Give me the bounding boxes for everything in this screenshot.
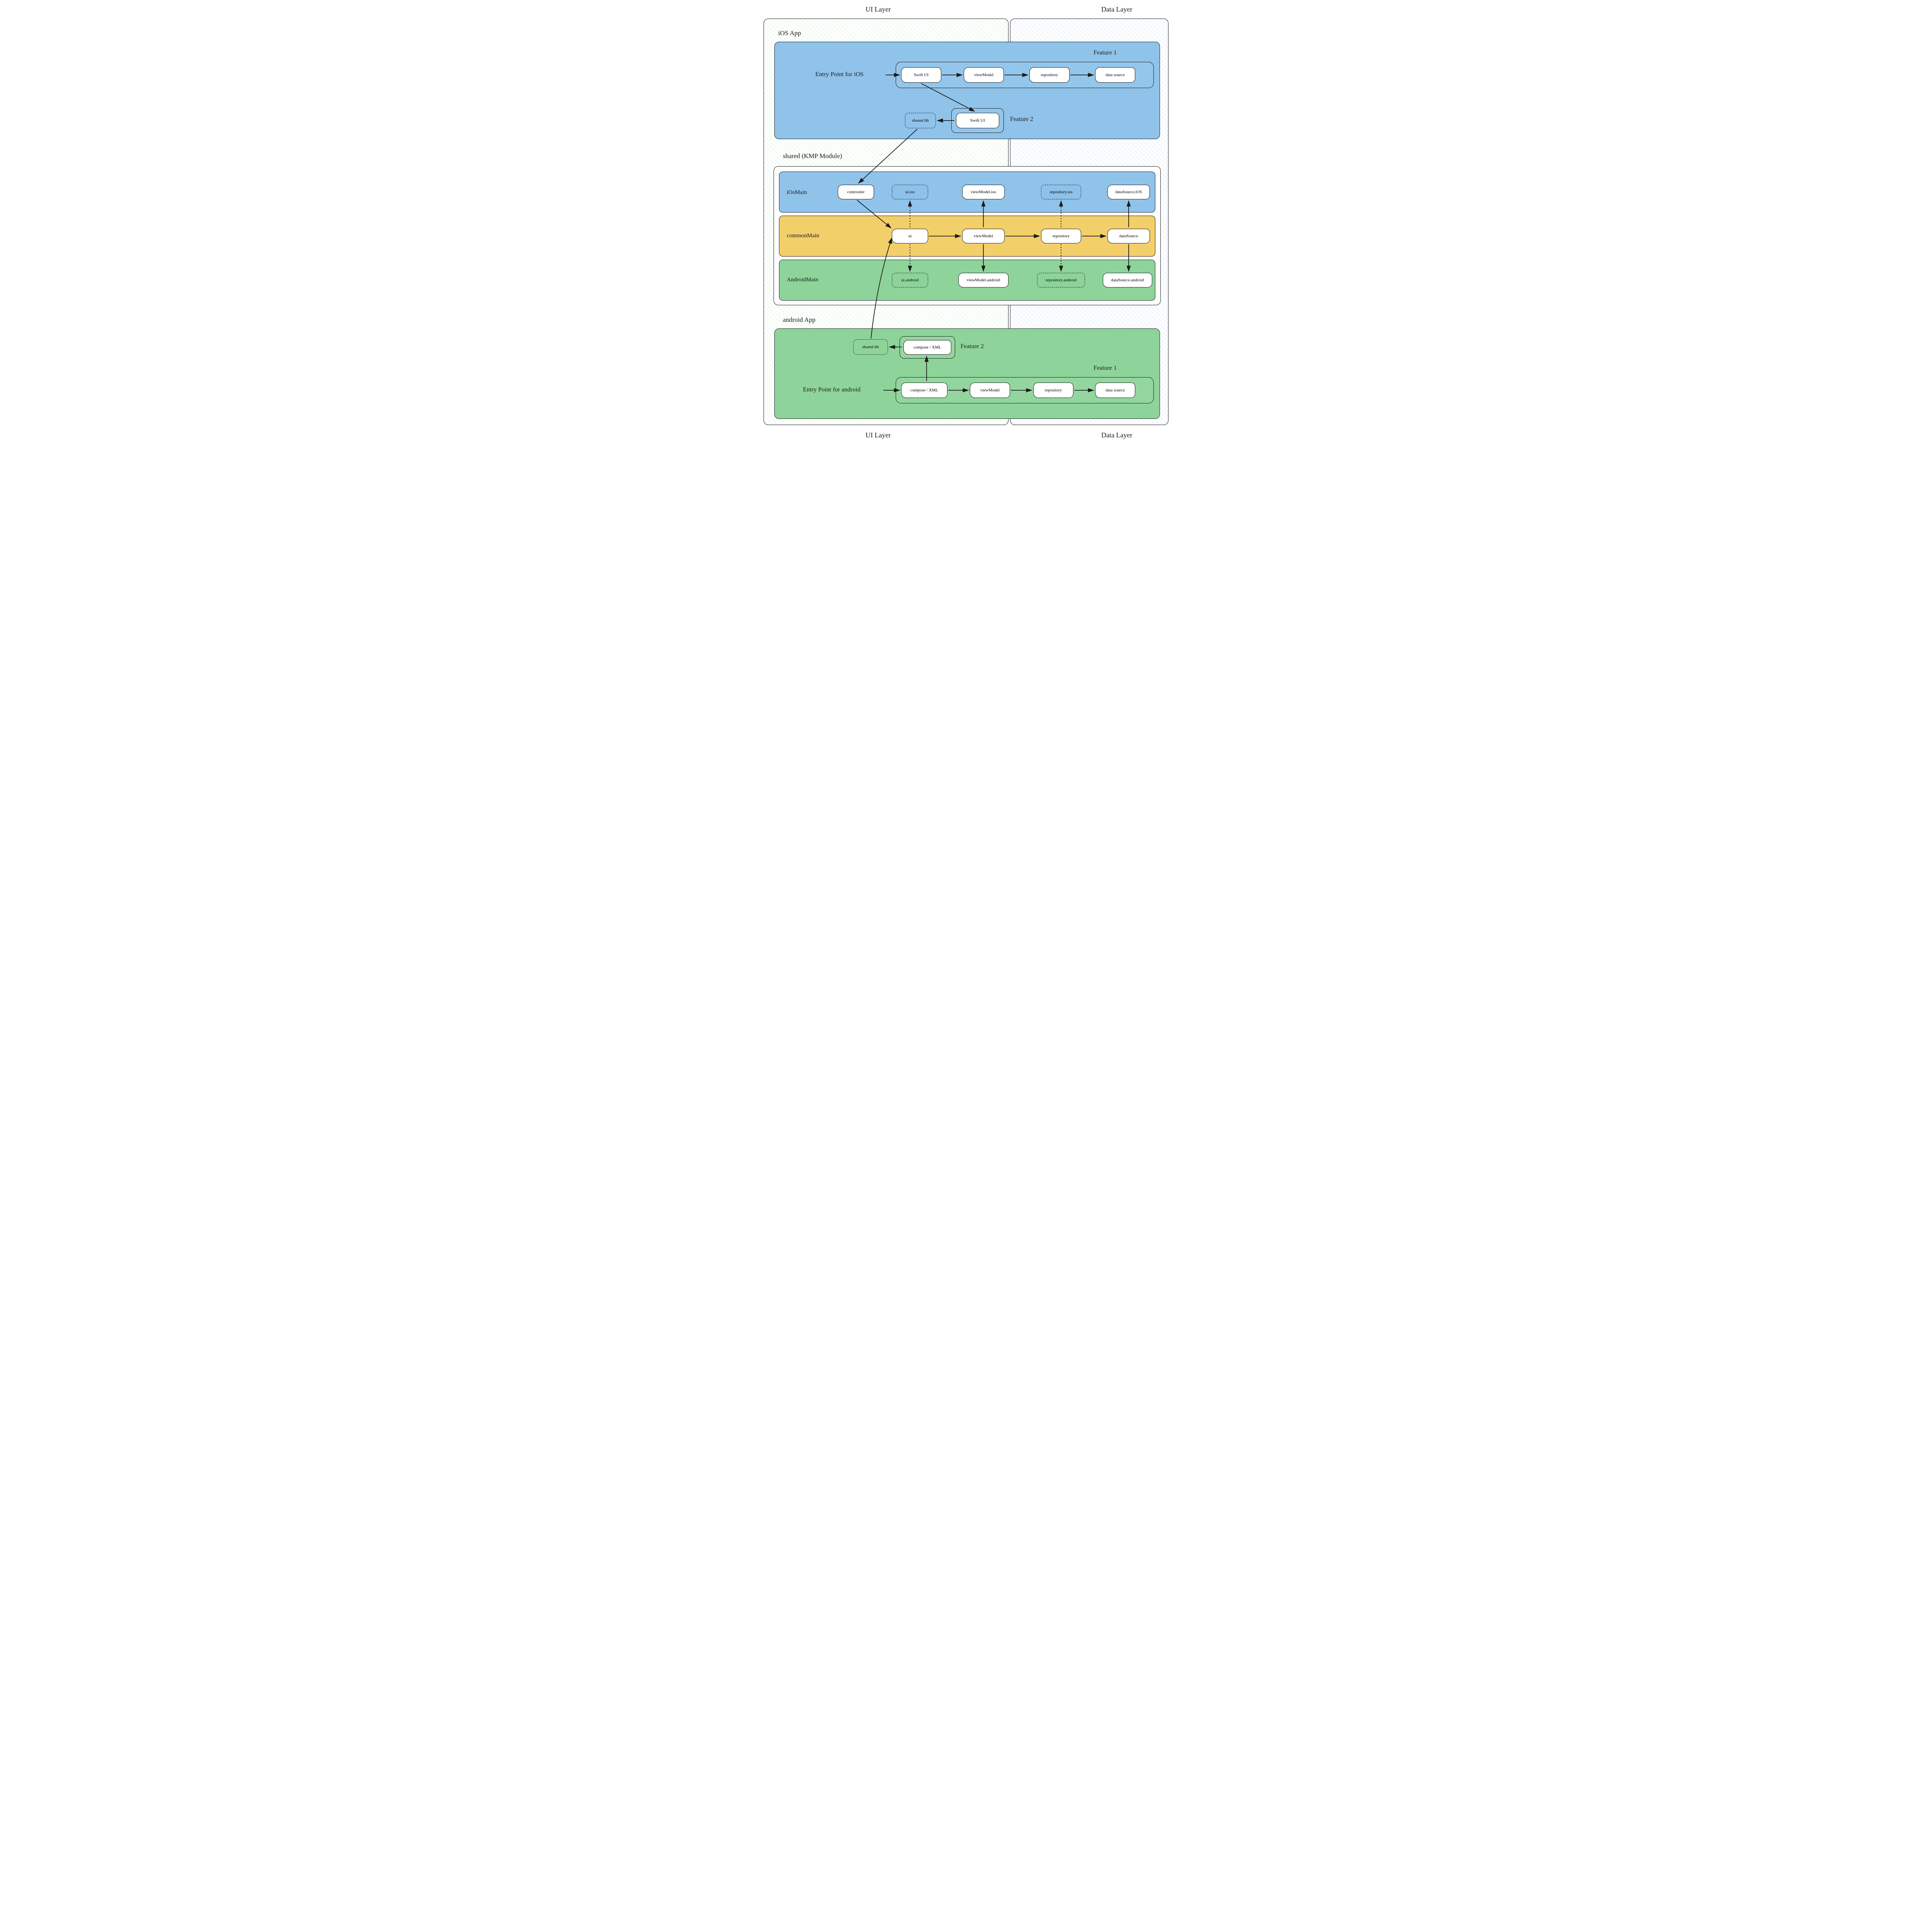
node-datasource: dataSource [1107, 229, 1150, 243]
node-viewmodel: viewModel [962, 229, 1005, 243]
node-ios-sharedlib: shared lib [905, 113, 936, 128]
node-android-sharedlib: shared lib [853, 339, 888, 355]
android-app-title: android App [783, 316, 816, 324]
iosmain-label: iOsMain [787, 189, 807, 196]
commonmain-label: commonMain [787, 233, 819, 239]
node-android-compose: compose / XML [901, 383, 947, 398]
android-entry-label: Entry Point for android [803, 386, 861, 393]
node-datasource-ios: dataSource.iOS [1107, 185, 1150, 199]
node-viewmodel-ios: viewModel.ios [962, 185, 1005, 199]
android-feature2-label: Feature 2 [961, 343, 984, 350]
node-ios-swiftui: Swift UI [901, 67, 941, 83]
node-viewmodel-android: viewModel.android [958, 273, 1009, 287]
androidmain-label: AndroidMain [787, 277, 818, 283]
node-android-viewmodel: viewModel [970, 383, 1010, 398]
header-ui-layer-top: UI Layer [866, 5, 891, 14]
node-ios-repository: repository [1029, 67, 1070, 83]
header-data-layer-bottom: Data Layer [1101, 431, 1132, 439]
android-app-container [774, 328, 1160, 419]
node-controller: controoler [838, 185, 874, 199]
node-android-compose2: compose / XML [903, 340, 951, 355]
diagram-canvas: UI Layer Data Layer iOS App Feature 1 En… [761, 0, 1171, 444]
ios-entry-label: Entry Point for iOS [815, 71, 864, 78]
shared-title: shared (KMP Module) [783, 152, 842, 160]
node-repository-android: repository.android [1037, 273, 1085, 287]
node-ios-swiftui2: Swift UI [956, 113, 999, 128]
node-ios-viewmodel: viewModel [964, 67, 1004, 83]
ios-feature2-label: Feature 2 [1010, 116, 1033, 123]
header-data-layer-top: Data Layer [1101, 5, 1132, 14]
node-repository: repository [1041, 229, 1081, 243]
node-repository-ios: repository.ios [1041, 185, 1081, 199]
node-datasource-android: dataSource.android [1103, 273, 1152, 287]
node-ui: ui [892, 229, 928, 243]
node-ios-datasource: data source [1095, 67, 1135, 83]
node-ui-android: ui.android [892, 273, 928, 287]
ios-feature1-label: Feature 1 [1094, 49, 1117, 56]
node-android-datasource: data source [1095, 383, 1135, 398]
header-ui-layer-bottom: UI Layer [866, 431, 891, 439]
node-android-repository: repository [1033, 383, 1073, 398]
node-ui-ios: ui.ios [892, 185, 928, 199]
android-feature1-label: Feature 1 [1094, 365, 1117, 372]
ios-app-title: iOS App [778, 29, 801, 37]
